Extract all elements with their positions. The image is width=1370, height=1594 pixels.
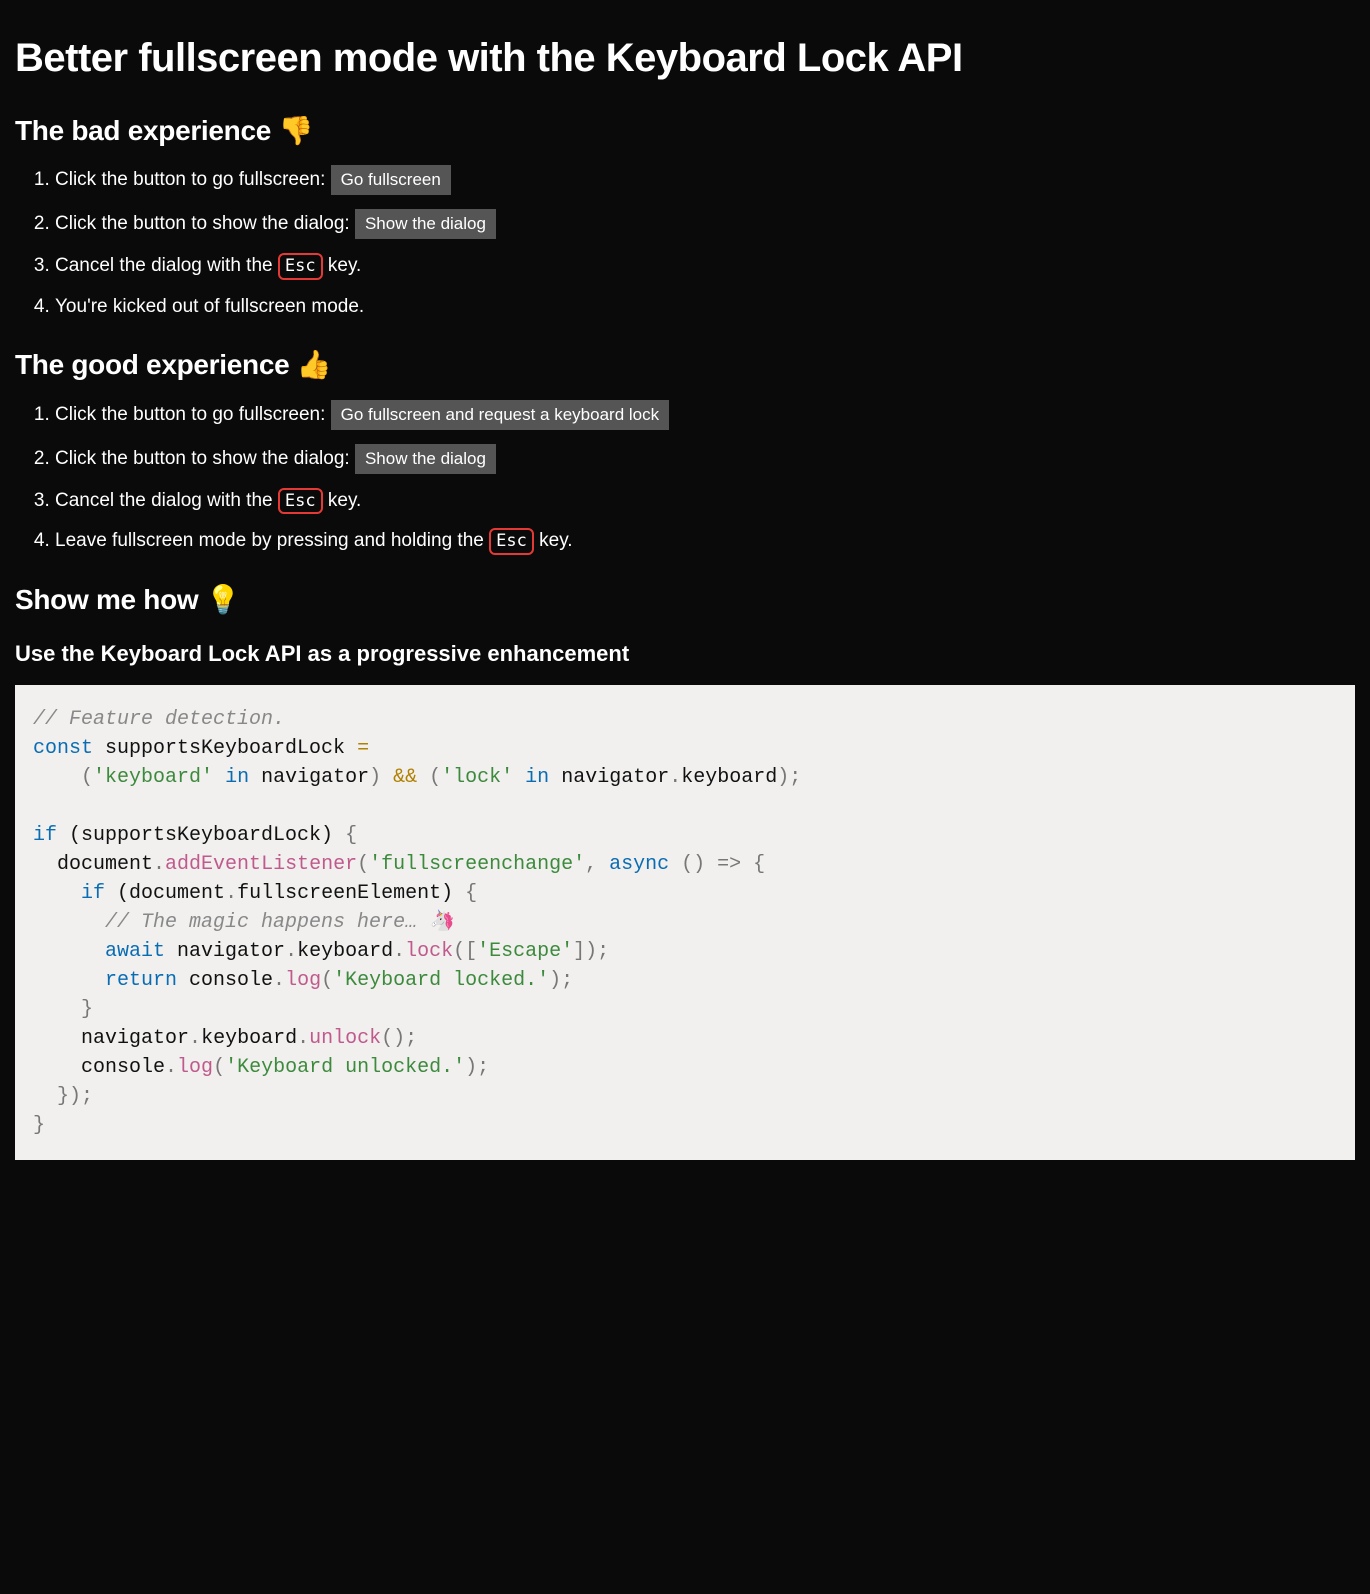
esc-key: Esc — [278, 488, 323, 514]
list-item: Click the button to show the dialog: Sho… — [55, 444, 1355, 474]
step-text: key. — [323, 255, 362, 276]
step-text: Leave fullscreen mode by pressing and ho… — [55, 530, 489, 551]
step-text: You're kicked out of fullscreen mode. — [55, 296, 364, 317]
step-text: Click the button to go fullscreen: — [55, 404, 331, 425]
list-item: Click the button to show the dialog: Sho… — [55, 209, 1355, 239]
step-text: Cancel the dialog with the — [55, 255, 278, 276]
page-title: Better fullscreen mode with the Keyboard… — [15, 30, 1355, 86]
esc-key: Esc — [489, 528, 534, 554]
show-dialog-button[interactable]: Show the dialog — [355, 444, 496, 474]
list-item: Cancel the dialog with the Esc key. — [55, 488, 1355, 515]
list-item: Cancel the dialog with the Esc key. — [55, 253, 1355, 280]
list-item: Click the button to go fullscreen: Go fu… — [55, 400, 1355, 430]
good-steps-list: Click the button to go fullscreen: Go fu… — [15, 400, 1355, 555]
step-text: key. — [534, 530, 573, 551]
list-item: You're kicked out of fullscreen mode. — [55, 294, 1355, 321]
how-subheading: Use the Keyboard Lock API as a progressi… — [15, 639, 1355, 670]
step-text: Click the button to go fullscreen: — [55, 169, 331, 190]
show-dialog-button[interactable]: Show the dialog — [355, 209, 496, 239]
step-text: Click the button to show the dialog: — [55, 213, 355, 234]
how-heading: Show me how 💡 — [15, 580, 1355, 619]
list-item: Click the button to go fullscreen: Go fu… — [55, 165, 1355, 195]
bad-heading: The bad experience 👎 — [15, 111, 1355, 150]
go-fullscreen-button[interactable]: Go fullscreen — [331, 165, 451, 195]
list-item: Leave fullscreen mode by pressing and ho… — [55, 528, 1355, 555]
good-heading: The good experience 👍 — [15, 345, 1355, 384]
go-fullscreen-lock-button[interactable]: Go fullscreen and request a keyboard loc… — [331, 400, 669, 430]
code-block: // Feature detection. const supportsKeyb… — [15, 685, 1355, 1160]
step-text: key. — [323, 490, 362, 511]
bad-steps-list: Click the button to go fullscreen: Go fu… — [15, 165, 1355, 320]
step-text: Click the button to show the dialog: — [55, 448, 355, 469]
step-text: Cancel the dialog with the — [55, 490, 278, 511]
esc-key: Esc — [278, 253, 323, 279]
